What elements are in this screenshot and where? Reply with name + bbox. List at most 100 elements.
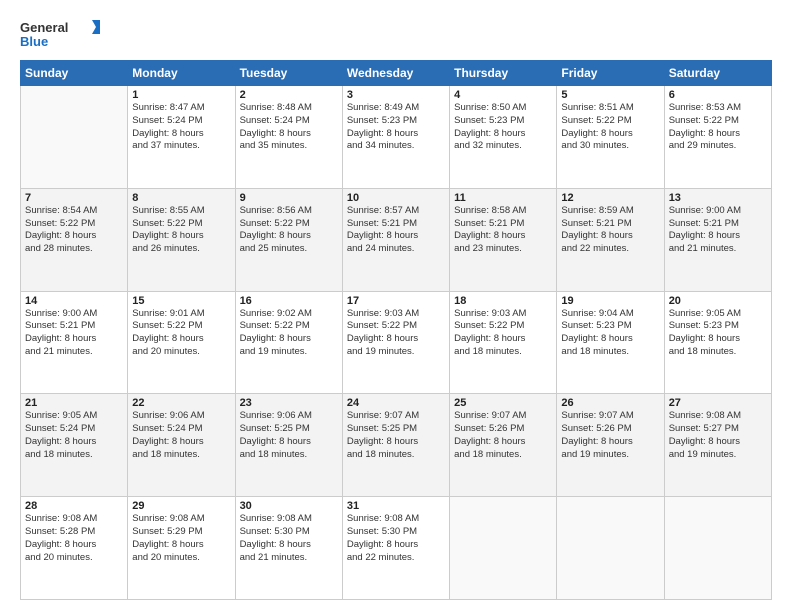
day-number: 14: [25, 295, 123, 307]
day-info: Sunrise: 8:57 AM Sunset: 5:21 PM Dayligh…: [347, 205, 445, 256]
day-info: Sunrise: 8:51 AM Sunset: 5:22 PM Dayligh…: [561, 102, 659, 153]
calendar-cell: 13Sunrise: 9:00 AM Sunset: 5:21 PM Dayli…: [664, 188, 771, 291]
calendar-cell: 28Sunrise: 9:08 AM Sunset: 5:28 PM Dayli…: [21, 497, 128, 600]
day-number: 24: [347, 397, 445, 409]
calendar-cell: 25Sunrise: 9:07 AM Sunset: 5:26 PM Dayli…: [450, 394, 557, 497]
day-number: 11: [454, 192, 552, 204]
calendar-table: SundayMondayTuesdayWednesdayThursdayFrid…: [20, 60, 772, 600]
day-number: 26: [561, 397, 659, 409]
calendar-cell: 11Sunrise: 8:58 AM Sunset: 5:21 PM Dayli…: [450, 188, 557, 291]
calendar-week-row: 28Sunrise: 9:08 AM Sunset: 5:28 PM Dayli…: [21, 497, 772, 600]
day-number: 7: [25, 192, 123, 204]
day-number: 15: [132, 295, 230, 307]
calendar-cell: 5Sunrise: 8:51 AM Sunset: 5:22 PM Daylig…: [557, 86, 664, 189]
day-number: 8: [132, 192, 230, 204]
day-number: 18: [454, 295, 552, 307]
day-number: 30: [240, 500, 338, 512]
calendar-cell: [450, 497, 557, 600]
day-info: Sunrise: 9:01 AM Sunset: 5:22 PM Dayligh…: [132, 308, 230, 359]
day-number: 1: [132, 89, 230, 101]
day-info: Sunrise: 8:53 AM Sunset: 5:22 PM Dayligh…: [669, 102, 767, 153]
day-number: 31: [347, 500, 445, 512]
calendar-cell: 14Sunrise: 9:00 AM Sunset: 5:21 PM Dayli…: [21, 291, 128, 394]
calendar-cell: [664, 497, 771, 600]
calendar-cell: 1Sunrise: 8:47 AM Sunset: 5:24 PM Daylig…: [128, 86, 235, 189]
calendar-cell: 2Sunrise: 8:48 AM Sunset: 5:24 PM Daylig…: [235, 86, 342, 189]
calendar-cell: 9Sunrise: 8:56 AM Sunset: 5:22 PM Daylig…: [235, 188, 342, 291]
calendar-cell: 7Sunrise: 8:54 AM Sunset: 5:22 PM Daylig…: [21, 188, 128, 291]
day-info: Sunrise: 9:04 AM Sunset: 5:23 PM Dayligh…: [561, 308, 659, 359]
day-info: Sunrise: 9:03 AM Sunset: 5:22 PM Dayligh…: [454, 308, 552, 359]
day-info: Sunrise: 9:08 AM Sunset: 5:30 PM Dayligh…: [240, 513, 338, 564]
calendar-week-row: 14Sunrise: 9:00 AM Sunset: 5:21 PM Dayli…: [21, 291, 772, 394]
svg-text:Blue: Blue: [20, 34, 48, 49]
day-info: Sunrise: 9:08 AM Sunset: 5:29 PM Dayligh…: [132, 513, 230, 564]
calendar-cell: 6Sunrise: 8:53 AM Sunset: 5:22 PM Daylig…: [664, 86, 771, 189]
day-number: 12: [561, 192, 659, 204]
calendar-cell: 15Sunrise: 9:01 AM Sunset: 5:22 PM Dayli…: [128, 291, 235, 394]
logo-svg: General Blue: [20, 16, 100, 52]
calendar-cell: 29Sunrise: 9:08 AM Sunset: 5:29 PM Dayli…: [128, 497, 235, 600]
day-info: Sunrise: 8:55 AM Sunset: 5:22 PM Dayligh…: [132, 205, 230, 256]
day-info: Sunrise: 9:07 AM Sunset: 5:25 PM Dayligh…: [347, 410, 445, 461]
calendar-cell: 12Sunrise: 8:59 AM Sunset: 5:21 PM Dayli…: [557, 188, 664, 291]
calendar-cell: 20Sunrise: 9:05 AM Sunset: 5:23 PM Dayli…: [664, 291, 771, 394]
calendar-cell: 22Sunrise: 9:06 AM Sunset: 5:24 PM Dayli…: [128, 394, 235, 497]
day-info: Sunrise: 9:06 AM Sunset: 5:24 PM Dayligh…: [132, 410, 230, 461]
day-number: 25: [454, 397, 552, 409]
calendar-cell: [21, 86, 128, 189]
col-header-friday: Friday: [557, 61, 664, 86]
calendar-week-row: 21Sunrise: 9:05 AM Sunset: 5:24 PM Dayli…: [21, 394, 772, 497]
day-info: Sunrise: 9:06 AM Sunset: 5:25 PM Dayligh…: [240, 410, 338, 461]
day-number: 20: [669, 295, 767, 307]
calendar-cell: 10Sunrise: 8:57 AM Sunset: 5:21 PM Dayli…: [342, 188, 449, 291]
day-info: Sunrise: 9:02 AM Sunset: 5:22 PM Dayligh…: [240, 308, 338, 359]
day-info: Sunrise: 8:49 AM Sunset: 5:23 PM Dayligh…: [347, 102, 445, 153]
col-header-thursday: Thursday: [450, 61, 557, 86]
day-number: 23: [240, 397, 338, 409]
day-number: 4: [454, 89, 552, 101]
day-info: Sunrise: 9:08 AM Sunset: 5:28 PM Dayligh…: [25, 513, 123, 564]
col-header-wednesday: Wednesday: [342, 61, 449, 86]
day-info: Sunrise: 8:50 AM Sunset: 5:23 PM Dayligh…: [454, 102, 552, 153]
day-info: Sunrise: 9:00 AM Sunset: 5:21 PM Dayligh…: [25, 308, 123, 359]
calendar-cell: 16Sunrise: 9:02 AM Sunset: 5:22 PM Dayli…: [235, 291, 342, 394]
col-header-saturday: Saturday: [664, 61, 771, 86]
day-info: Sunrise: 8:58 AM Sunset: 5:21 PM Dayligh…: [454, 205, 552, 256]
calendar-cell: 31Sunrise: 9:08 AM Sunset: 5:30 PM Dayli…: [342, 497, 449, 600]
day-number: 2: [240, 89, 338, 101]
day-number: 3: [347, 89, 445, 101]
day-info: Sunrise: 9:05 AM Sunset: 5:23 PM Dayligh…: [669, 308, 767, 359]
calendar-header-row: SundayMondayTuesdayWednesdayThursdayFrid…: [21, 61, 772, 86]
calendar-cell: 21Sunrise: 9:05 AM Sunset: 5:24 PM Dayli…: [21, 394, 128, 497]
calendar-cell: [557, 497, 664, 600]
calendar-cell: 18Sunrise: 9:03 AM Sunset: 5:22 PM Dayli…: [450, 291, 557, 394]
day-number: 22: [132, 397, 230, 409]
day-number: 17: [347, 295, 445, 307]
day-number: 19: [561, 295, 659, 307]
day-info: Sunrise: 8:59 AM Sunset: 5:21 PM Dayligh…: [561, 205, 659, 256]
day-number: 28: [25, 500, 123, 512]
page-header: General Blue: [20, 16, 772, 52]
col-header-tuesday: Tuesday: [235, 61, 342, 86]
svg-text:General: General: [20, 20, 68, 35]
day-info: Sunrise: 9:00 AM Sunset: 5:21 PM Dayligh…: [669, 205, 767, 256]
calendar-week-row: 7Sunrise: 8:54 AM Sunset: 5:22 PM Daylig…: [21, 188, 772, 291]
day-number: 9: [240, 192, 338, 204]
calendar-cell: 27Sunrise: 9:08 AM Sunset: 5:27 PM Dayli…: [664, 394, 771, 497]
day-number: 5: [561, 89, 659, 101]
calendar-week-row: 1Sunrise: 8:47 AM Sunset: 5:24 PM Daylig…: [21, 86, 772, 189]
calendar-cell: 23Sunrise: 9:06 AM Sunset: 5:25 PM Dayli…: [235, 394, 342, 497]
logo: General Blue: [20, 16, 100, 52]
calendar-cell: 4Sunrise: 8:50 AM Sunset: 5:23 PM Daylig…: [450, 86, 557, 189]
day-number: 16: [240, 295, 338, 307]
day-info: Sunrise: 8:56 AM Sunset: 5:22 PM Dayligh…: [240, 205, 338, 256]
day-number: 29: [132, 500, 230, 512]
day-info: Sunrise: 8:47 AM Sunset: 5:24 PM Dayligh…: [132, 102, 230, 153]
calendar-cell: 24Sunrise: 9:07 AM Sunset: 5:25 PM Dayli…: [342, 394, 449, 497]
day-info: Sunrise: 8:48 AM Sunset: 5:24 PM Dayligh…: [240, 102, 338, 153]
calendar-cell: 3Sunrise: 8:49 AM Sunset: 5:23 PM Daylig…: [342, 86, 449, 189]
day-number: 6: [669, 89, 767, 101]
day-info: Sunrise: 9:08 AM Sunset: 5:30 PM Dayligh…: [347, 513, 445, 564]
day-number: 21: [25, 397, 123, 409]
